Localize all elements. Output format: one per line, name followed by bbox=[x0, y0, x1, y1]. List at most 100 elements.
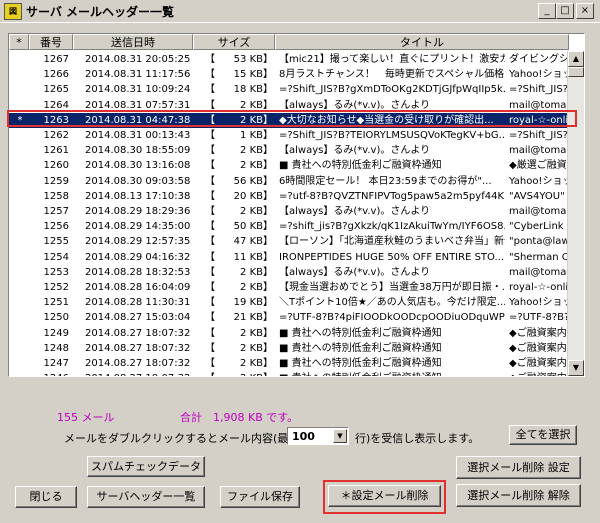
mail-row[interactable]: 1259 2014.08.30 09:03:58 【 56 KB】 6時間限定セール！ … bbox=[9, 174, 569, 189]
size-bracket-open: 【 bbox=[205, 160, 215, 172]
row-mark bbox=[13, 128, 27, 143]
row-size: 1 KB bbox=[240, 130, 263, 141]
select-all-button[interactable]: 全てを選択 bbox=[509, 425, 577, 445]
row-date: 2014.08.27 18:07:32 bbox=[85, 342, 191, 354]
mail-row[interactable]: 1247 2014.08.27 18:07:32 【 2 KB】 ■ 貴社への特別低金利… bbox=[9, 356, 569, 371]
scroll-up-icon[interactable]: ▲ bbox=[568, 51, 584, 67]
column-header-number[interactable]: 番号 bbox=[29, 34, 73, 50]
mail-row[interactable]: 1257 2014.08.29 18:29:36 【 2 KB】【always】るみ(… bbox=[9, 204, 569, 219]
column-header-mark[interactable]: * bbox=[9, 34, 29, 50]
row-date: 2014.08.30 13:16:08 bbox=[85, 160, 191, 172]
row-number: 1260 bbox=[43, 160, 69, 172]
row-size: 2 KB bbox=[240, 327, 263, 339]
size-bracket-open: 【 bbox=[205, 54, 215, 65]
mail-row[interactable]: 1267 2014.08.31 20:05:25 【 53 KB】【mic21】撮って… bbox=[9, 52, 569, 67]
close-button[interactable]: 閉じる bbox=[15, 486, 77, 508]
row-date: 2014.08.28 11:30:31 bbox=[85, 297, 191, 309]
row-title: =?Shift_JIS?B?gXmDToOKg2KDTjGJfpWqIIp5k.… bbox=[279, 84, 505, 96]
row-number: 1253 bbox=[43, 266, 69, 278]
mail-row[interactable]: 1258 2014.08.13 17:10:38 【 20 KB】 =?utf-8?B?… bbox=[9, 189, 569, 204]
row-from: =?UTF-8?B?5c bbox=[509, 312, 569, 324]
size-bracket-open: 【 bbox=[205, 84, 215, 96]
row-title: 【ローソン】「北海道産秋鮭のうまいべさ弁当」新発... bbox=[279, 236, 505, 248]
row-title: 【always】るみ(*v.v)。さんより bbox=[279, 145, 431, 157]
mail-row[interactable]: 1253 2014.08.28 18:32:53 【 2 KB】【always】るみ(… bbox=[9, 265, 569, 280]
maximize-button[interactable]: □ bbox=[556, 3, 574, 19]
row-mark bbox=[13, 204, 27, 219]
size-bracket-close: 】 bbox=[263, 221, 273, 233]
size-bracket-open: 【 bbox=[205, 266, 215, 278]
row-number: 1258 bbox=[43, 190, 69, 202]
vertical-scrollbar[interactable]: ▲ ▼ bbox=[567, 51, 584, 376]
size-bracket-close: 】 bbox=[263, 371, 273, 376]
mail-row[interactable]: 1255 2014.08.29 12:57:35 【 47 KB】【ローソン】「北海道… bbox=[9, 234, 569, 249]
scroll-thumb[interactable] bbox=[568, 67, 584, 77]
row-number: 1254 bbox=[43, 251, 69, 263]
column-header-date[interactable]: 送信日時 bbox=[73, 34, 193, 50]
row-mark bbox=[13, 356, 27, 371]
size-bracket-open: 【 bbox=[205, 175, 215, 187]
row-from: ◆ご融資案内 bbox=[509, 327, 567, 339]
mail-header-grid[interactable]: * 番号 送信日時 サイズ タイトル 1267 2014.08.31 20:05:… bbox=[8, 33, 585, 377]
mail-row[interactable]: 1260 2014.08.30 13:16:08 【 2 KB】 ■ 貴社への特別低金利… bbox=[9, 158, 569, 173]
size-bracket-close: 】 bbox=[263, 236, 273, 248]
chevron-down-icon[interactable]: ▼ bbox=[333, 429, 347, 443]
row-title: =?utf-8?B?QVZTNFIPVTog5paw5a2m5pyf44K... bbox=[279, 190, 505, 202]
row-date: 2014.08.30 18:55:09 bbox=[85, 145, 191, 157]
row-title: ＼Tポイント10倍★／あの人気店も。今だけ限定... bbox=[279, 297, 505, 309]
minimize-button[interactable]: _ bbox=[538, 3, 556, 19]
size-bracket-open: 【 bbox=[205, 190, 215, 202]
size-bracket-close: 】 bbox=[263, 312, 273, 324]
row-number: 1251 bbox=[43, 297, 69, 309]
delete-setting-button[interactable]: 選択メール削除 設定 bbox=[456, 456, 581, 479]
mail-row[interactable]: 1261 2014.08.30 18:55:09 【 2 KB】【always】るみ(… bbox=[9, 143, 569, 158]
mail-row[interactable]: 1262 2014.08.31 00:13:43 【 1 KB】 =?Shift_JIS… bbox=[9, 128, 569, 143]
receive-lines-select[interactable]: 100 ▼ bbox=[287, 427, 349, 445]
set-mail-delete-button[interactable]: ＊設定メール削除 bbox=[328, 485, 441, 507]
server-header-list-button[interactable]: サーバヘッダー一覧 bbox=[87, 486, 205, 508]
row-mark bbox=[13, 295, 27, 310]
size-bracket-open: 【 bbox=[205, 342, 215, 354]
size-bracket-open: 【 bbox=[205, 282, 215, 293]
delete-release-button[interactable]: 選択メール削除 解除 bbox=[456, 484, 581, 507]
row-number: 1250 bbox=[43, 312, 69, 324]
close-window-button[interactable]: × bbox=[576, 3, 594, 19]
column-header-size[interactable]: サイズ bbox=[193, 34, 275, 50]
row-from: ダイビングショップ bbox=[509, 54, 569, 65]
mail-row[interactable]: 1249 2014.08.27 18:07:32 【 2 KB】 ■ 貴社への特別低金利… bbox=[9, 326, 569, 341]
row-title: IRONPEPTIDES HUGE 50% OFF ENTIRE STO... bbox=[279, 251, 505, 263]
scroll-down-icon[interactable]: ▼ bbox=[568, 360, 584, 376]
receive-lines-value: 100 bbox=[292, 430, 315, 443]
row-from: "ponta@lawsor bbox=[509, 236, 569, 248]
row-size: 2 KB bbox=[240, 266, 263, 278]
mail-row[interactable]: 1248 2014.08.27 18:07:32 【 2 KB】 ■ 貴社への特別低金利… bbox=[9, 341, 569, 356]
mail-row[interactable]: 1250 2014.08.27 15:03:04 【 21 KB】 =?UTF-8?B?… bbox=[9, 310, 569, 325]
mail-row[interactable]: 1254 2014.08.29 04:16:32 【 11 KB】 IRONPEPTID… bbox=[9, 250, 569, 265]
mail-total-size: 合計 1,908 KB です。 bbox=[180, 411, 299, 424]
row-mark bbox=[13, 67, 27, 82]
column-header-title[interactable]: タイトル bbox=[275, 34, 569, 50]
row-title: 6時間限定セール！ 本日23:59までのお得が"... bbox=[279, 175, 492, 187]
row-from: mail@tomag.jp bbox=[509, 145, 569, 157]
row-date: 2014.08.28 16:04:09 bbox=[85, 282, 191, 293]
mail-row[interactable]: 1265 2014.08.31 10:09:24 【 18 KB】 =?Shift_JI… bbox=[9, 82, 569, 97]
size-bracket-open: 【 bbox=[205, 358, 215, 369]
row-from: mail@tomag.jp bbox=[509, 266, 569, 278]
mail-row[interactable]: 1251 2014.08.28 11:30:31 【 19 KB】 ＼Tポイント10倍★… bbox=[9, 295, 569, 310]
row-number: 1259 bbox=[43, 175, 69, 187]
window-title: サーバ メールヘッダー一覧 bbox=[26, 5, 175, 19]
row-date: 2014.08.27 18:07:32 bbox=[85, 327, 191, 339]
row-from: ◆厳選ご融資 bbox=[509, 160, 567, 172]
row-title: ■ 貴社への特別低金利ご融資枠通知 bbox=[279, 358, 442, 369]
row-date: 2014.08.31 11:17:56 bbox=[85, 69, 191, 81]
mail-row[interactable]: 1252 2014.08.28 16:04:09 【 2 KB】【現金当選おめでとう】… bbox=[9, 280, 569, 295]
row-title: ■ 貴社への特別低金利ご融資枠通知 bbox=[279, 327, 442, 339]
row-size: 15 KB bbox=[233, 69, 263, 81]
file-save-button[interactable]: ファイル保存 bbox=[220, 486, 300, 508]
mail-row[interactable]: 1246 2014.08.27 18:07:32 【2 KB】 ■ 貴社への特別低金利… bbox=[9, 371, 569, 376]
spam-check-button[interactable]: スパムチェックデータ bbox=[87, 456, 205, 477]
row-date: 2014.08.27 15:03:04 bbox=[85, 312, 191, 324]
row-from: ◆ご融資案内 bbox=[509, 358, 567, 369]
mail-row[interactable]: 1266 2014.08.31 11:17:56 【 15 KB】 8月ラストチャンス！… bbox=[9, 67, 569, 82]
mail-row[interactable]: 1256 2014.08.29 14:35:00 【 50 KB】 =?shift_ji… bbox=[9, 219, 569, 234]
